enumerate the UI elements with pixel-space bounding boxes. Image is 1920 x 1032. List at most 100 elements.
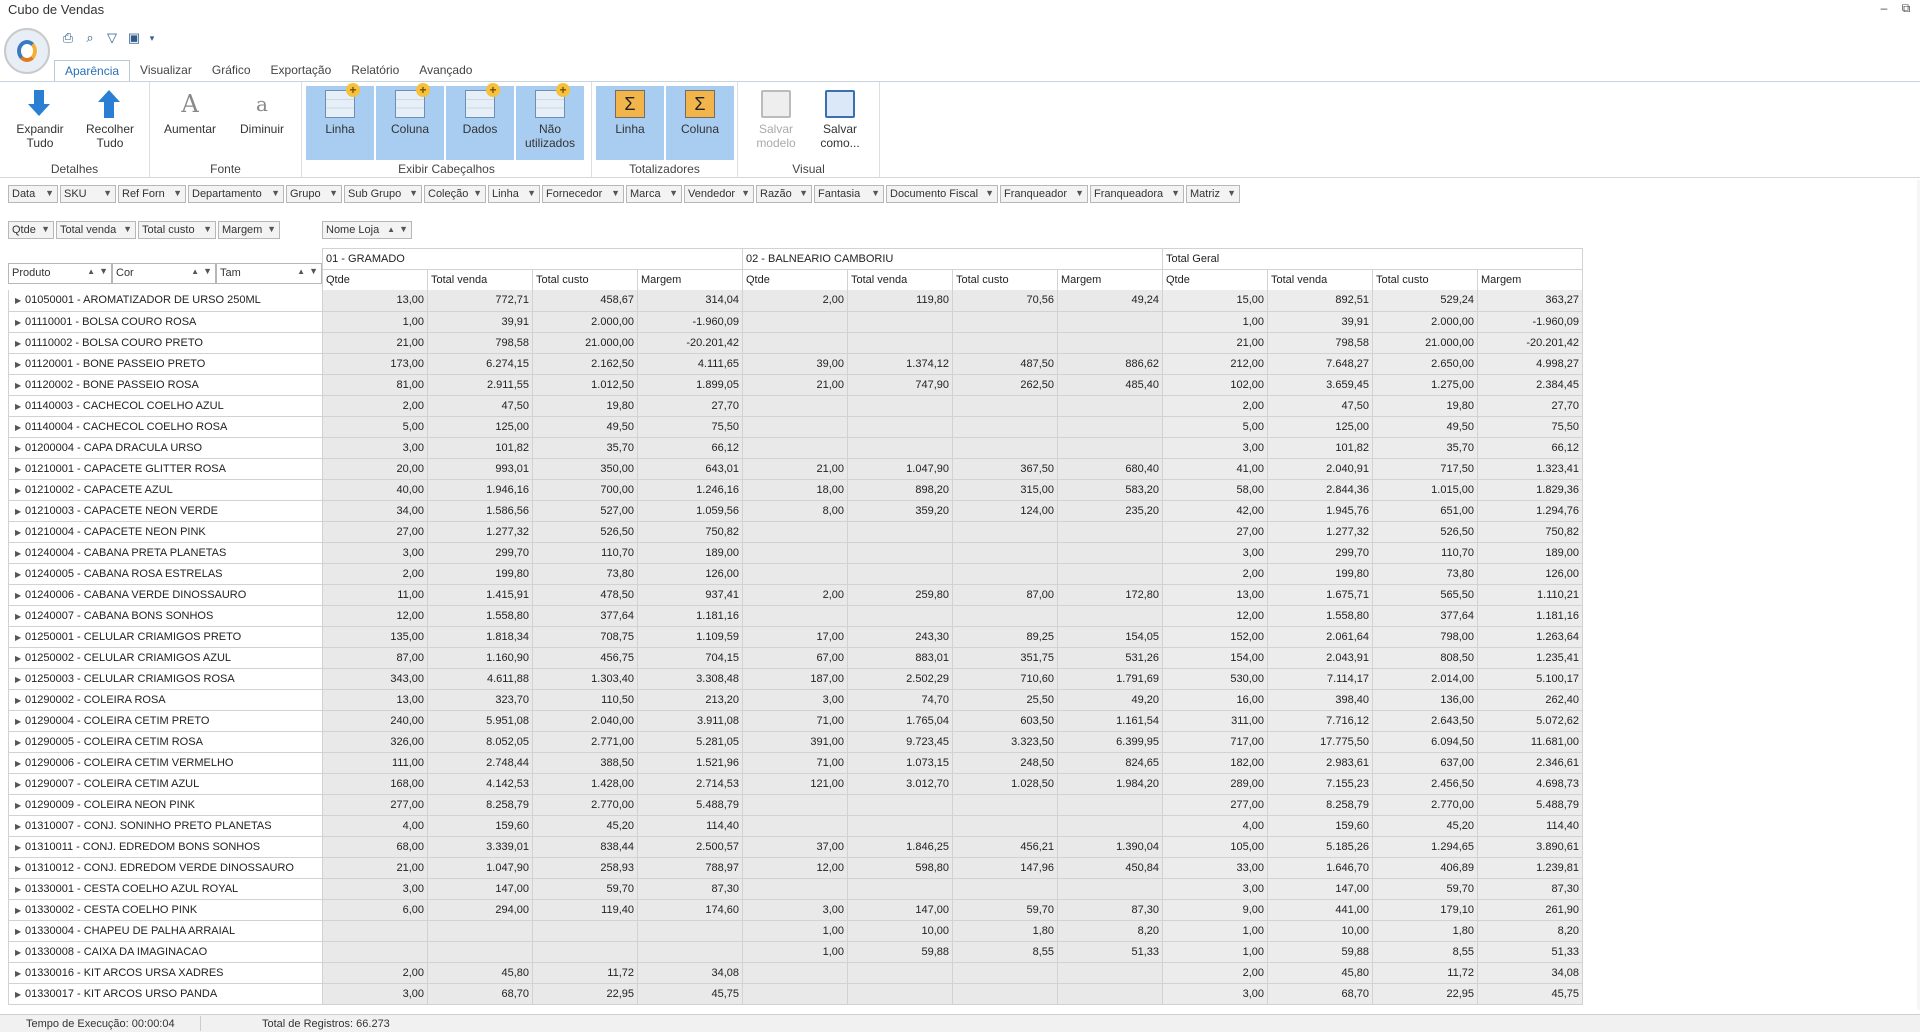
data-cell[interactable]: 1.558,80 bbox=[427, 605, 533, 627]
data-cell[interactable]: 637,00 bbox=[1372, 752, 1478, 774]
data-cell[interactable]: 18,00 bbox=[742, 479, 848, 501]
data-cell[interactable]: 3,00 bbox=[1162, 878, 1268, 900]
data-cell[interactable]: 1.675,71 bbox=[1267, 584, 1373, 606]
data-cell[interactable]: 5.951,08 bbox=[427, 710, 533, 732]
filter-field-3[interactable]: Departamento ▼ bbox=[188, 185, 284, 203]
row-header[interactable]: ▶ 01240004 - CABANA PRETA PLANETAS bbox=[8, 542, 323, 564]
data-cell[interactable]: 3,00 bbox=[1162, 437, 1268, 459]
nao-utilizados-button[interactable]: Não utilizados bbox=[516, 83, 584, 160]
data-cell[interactable]: 993,01 bbox=[427, 458, 533, 480]
data-cell[interactable]: 458,67 bbox=[532, 290, 638, 312]
data-cell[interactable]: 102,00 bbox=[1162, 374, 1268, 396]
data-cell[interactable] bbox=[742, 521, 848, 543]
expand-icon[interactable]: ▶ bbox=[15, 801, 25, 810]
data-cell[interactable]: 4.611,88 bbox=[427, 668, 533, 690]
data-cell[interactable] bbox=[742, 563, 848, 585]
data-cell[interactable]: 154,00 bbox=[1162, 647, 1268, 669]
data-cell[interactable]: 17,00 bbox=[742, 626, 848, 648]
data-cell[interactable]: 8.258,79 bbox=[1267, 794, 1373, 816]
row-field-produto[interactable]: Produto ▲ ▼ bbox=[8, 263, 112, 284]
data-cell[interactable]: 527,00 bbox=[532, 500, 638, 522]
data-cell[interactable]: 101,82 bbox=[1267, 437, 1373, 459]
data-cell[interactable]: 2,00 bbox=[322, 395, 428, 417]
data-cell[interactable]: 124,00 bbox=[952, 500, 1058, 522]
row-header[interactable]: ▶ 01310011 - CONJ. EDREDOM BONS SONHOS bbox=[8, 836, 323, 858]
data-cell[interactable]: 40,00 bbox=[322, 479, 428, 501]
data-cell[interactable]: 13,00 bbox=[322, 689, 428, 711]
totalizador-linha-button[interactable]: Σ Linha bbox=[596, 86, 664, 160]
data-cell[interactable]: 277,00 bbox=[1162, 794, 1268, 816]
row-header[interactable]: ▶ 01290004 - COLEIRA CETIM PRETO bbox=[8, 710, 323, 732]
data-cell[interactable] bbox=[847, 815, 953, 837]
data-cell[interactable]: 212,00 bbox=[1162, 353, 1268, 375]
data-cell[interactable] bbox=[1057, 962, 1163, 984]
expand-icon[interactable]: ▶ bbox=[15, 528, 25, 537]
data-cell[interactable]: 5.100,17 bbox=[1477, 668, 1583, 690]
data-cell[interactable] bbox=[952, 983, 1058, 1005]
expand-icon[interactable]: ▶ bbox=[15, 570, 25, 579]
data-cell[interactable]: 2,00 bbox=[1162, 962, 1268, 984]
data-cell[interactable]: 12,00 bbox=[742, 857, 848, 879]
data-cell[interactable]: 66,12 bbox=[1477, 437, 1583, 459]
measure-header[interactable]: Qtde bbox=[742, 269, 848, 291]
data-cell[interactable]: 8,20 bbox=[1057, 920, 1163, 942]
data-cell[interactable]: 147,00 bbox=[427, 878, 533, 900]
filter-icon[interactable]: ▼ bbox=[99, 266, 108, 276]
data-field-2[interactable]: Total custo ▼ bbox=[138, 221, 216, 239]
data-cell[interactable]: 5,00 bbox=[1162, 416, 1268, 438]
export-icon[interactable]: ▣ bbox=[126, 30, 142, 46]
data-cell[interactable]: -1.960,09 bbox=[637, 311, 743, 333]
data-cell[interactable]: 1,00 bbox=[742, 941, 848, 963]
data-cell[interactable]: 529,24 bbox=[1372, 290, 1478, 312]
data-cell[interactable]: 450,84 bbox=[1057, 857, 1163, 879]
row-header[interactable]: ▶ 01290002 - COLEIRA ROSA bbox=[8, 689, 323, 711]
data-cell[interactable]: 772,71 bbox=[427, 290, 533, 312]
data-cell[interactable]: 398,40 bbox=[1267, 689, 1373, 711]
exibir-dados-button[interactable]: Dados bbox=[446, 83, 514, 160]
data-cell[interactable]: 1,00 bbox=[1162, 941, 1268, 963]
data-cell[interactable]: 182,00 bbox=[1162, 752, 1268, 774]
data-cell[interactable] bbox=[847, 794, 953, 816]
data-cell[interactable]: 2.643,50 bbox=[1372, 710, 1478, 732]
expand-icon[interactable]: ▶ bbox=[15, 318, 25, 327]
data-cell[interactable]: 2,00 bbox=[322, 563, 428, 585]
data-cell[interactable]: 51,33 bbox=[1477, 941, 1583, 963]
data-cell[interactable]: 1,80 bbox=[952, 920, 1058, 942]
data-cell[interactable]: 1.181,16 bbox=[637, 605, 743, 627]
data-cell[interactable]: 41,00 bbox=[1162, 458, 1268, 480]
data-cell[interactable]: 87,30 bbox=[637, 878, 743, 900]
expand-icon[interactable]: ▶ bbox=[15, 296, 25, 305]
data-cell[interactable]: 12,00 bbox=[1162, 605, 1268, 627]
data-cell[interactable]: 2.502,29 bbox=[847, 668, 953, 690]
data-cell[interactable]: 3,00 bbox=[742, 689, 848, 711]
data-cell[interactable]: 886,62 bbox=[1057, 353, 1163, 375]
data-cell[interactable]: 213,20 bbox=[637, 689, 743, 711]
filter-field-5[interactable]: Sub Grupo ▼ bbox=[344, 185, 422, 203]
data-cell[interactable] bbox=[742, 815, 848, 837]
expand-icon[interactable]: ▶ bbox=[15, 759, 25, 768]
data-cell[interactable]: 21,00 bbox=[1162, 332, 1268, 354]
filter-field-0[interactable]: Data ▼ bbox=[8, 185, 58, 203]
data-cell[interactable]: 258,93 bbox=[532, 857, 638, 879]
aumentar-button[interactable]: A Aumentar bbox=[156, 86, 224, 160]
filter-icon[interactable]: ▼ bbox=[329, 188, 338, 198]
data-cell[interactable]: 173,00 bbox=[322, 353, 428, 375]
filter-icon[interactable]: ▼ bbox=[871, 188, 880, 198]
data-cell[interactable]: 8,55 bbox=[1372, 941, 1478, 963]
data-cell[interactable]: 11.681,00 bbox=[1477, 731, 1583, 753]
data-cell[interactable]: 8,55 bbox=[952, 941, 1058, 963]
data-field-0[interactable]: Qtde ▼ bbox=[8, 221, 54, 239]
data-cell[interactable]: 1.109,59 bbox=[637, 626, 743, 648]
data-cell[interactable]: 8.258,79 bbox=[427, 794, 533, 816]
row-header[interactable]: ▶ 01310012 - CONJ. EDREDOM VERDE DINOSSAU… bbox=[8, 857, 323, 879]
data-cell[interactable]: 73,80 bbox=[532, 563, 638, 585]
data-cell[interactable]: 74,70 bbox=[847, 689, 953, 711]
expand-icon[interactable]: ▶ bbox=[15, 486, 25, 495]
data-cell[interactable]: 6.274,15 bbox=[427, 353, 533, 375]
column-field-nome-loja[interactable]: Nome Loja ▲ ▼ bbox=[322, 221, 412, 239]
expand-icon[interactable]: ▶ bbox=[15, 822, 25, 831]
data-cell[interactable]: 1.323,41 bbox=[1477, 458, 1583, 480]
data-cell[interactable]: 7.114,17 bbox=[1267, 668, 1373, 690]
data-cell[interactable] bbox=[952, 332, 1058, 354]
data-cell[interactable]: 5,00 bbox=[322, 416, 428, 438]
